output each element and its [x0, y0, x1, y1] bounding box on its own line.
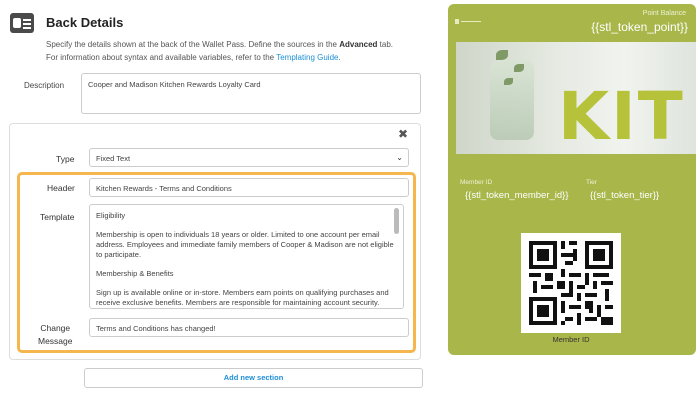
template-paragraph: Membership is open to individuals 18 yea… [96, 230, 394, 259]
wallet-pass-preview: Point Balance {{stl_token_point}} KIT Me… [448, 4, 696, 355]
template-textarea[interactable]: Eligibility Membership is open to indivi… [89, 204, 404, 309]
template-paragraph: Membership & Benefits [96, 269, 174, 278]
tier-value: {{stl_token_tier}} [590, 190, 660, 201]
chevron-down-icon: ⌄ [396, 153, 403, 162]
type-label: Type [56, 154, 75, 164]
description-value: Cooper and Madison Kitchen Rewards Loyal… [88, 80, 261, 89]
template-paragraph: Sign up is available online or in-store.… [96, 288, 389, 307]
page-title: Back Details [46, 15, 124, 30]
qr-code [521, 233, 621, 333]
type-select[interactable]: Fixed Text ⌄ [89, 148, 409, 167]
hero-image: KIT [456, 42, 696, 154]
point-balance-value: {{stl_token_point}} [591, 20, 688, 34]
description-textarea[interactable]: Cooper and Madison Kitchen Rewards Loyal… [81, 73, 421, 114]
close-icon[interactable]: ✖ [398, 127, 408, 141]
change-message-input[interactable]: Terms and Conditions has changed! [89, 318, 409, 337]
header-input[interactable]: Kitchen Rewards - Terms and Conditions [89, 178, 409, 197]
id-card-icon [10, 13, 34, 33]
intro-text: Specify the details shown at the back of… [46, 40, 394, 62]
hero-text: KIT [558, 78, 685, 154]
point-balance-label: Point Balance [642, 10, 686, 17]
header-label: Header [47, 183, 75, 193]
member-id-label: Member ID [460, 179, 493, 186]
brand-logo-icon [455, 19, 481, 24]
member-id-value: {{stl_token_member_id}} [465, 190, 569, 201]
template-label: Template [40, 212, 75, 222]
template-paragraph: Eligibility [96, 211, 126, 220]
template-scrollbar[interactable] [394, 208, 399, 234]
templating-guide-link[interactable]: Templating Guide [276, 53, 338, 62]
description-label: Description [24, 81, 65, 90]
qr-caption: Member ID [552, 335, 590, 344]
add-new-section-button[interactable]: Add new section [84, 368, 423, 388]
change-message-label: Change Message [38, 323, 73, 346]
tier-label: Tier [586, 179, 597, 186]
